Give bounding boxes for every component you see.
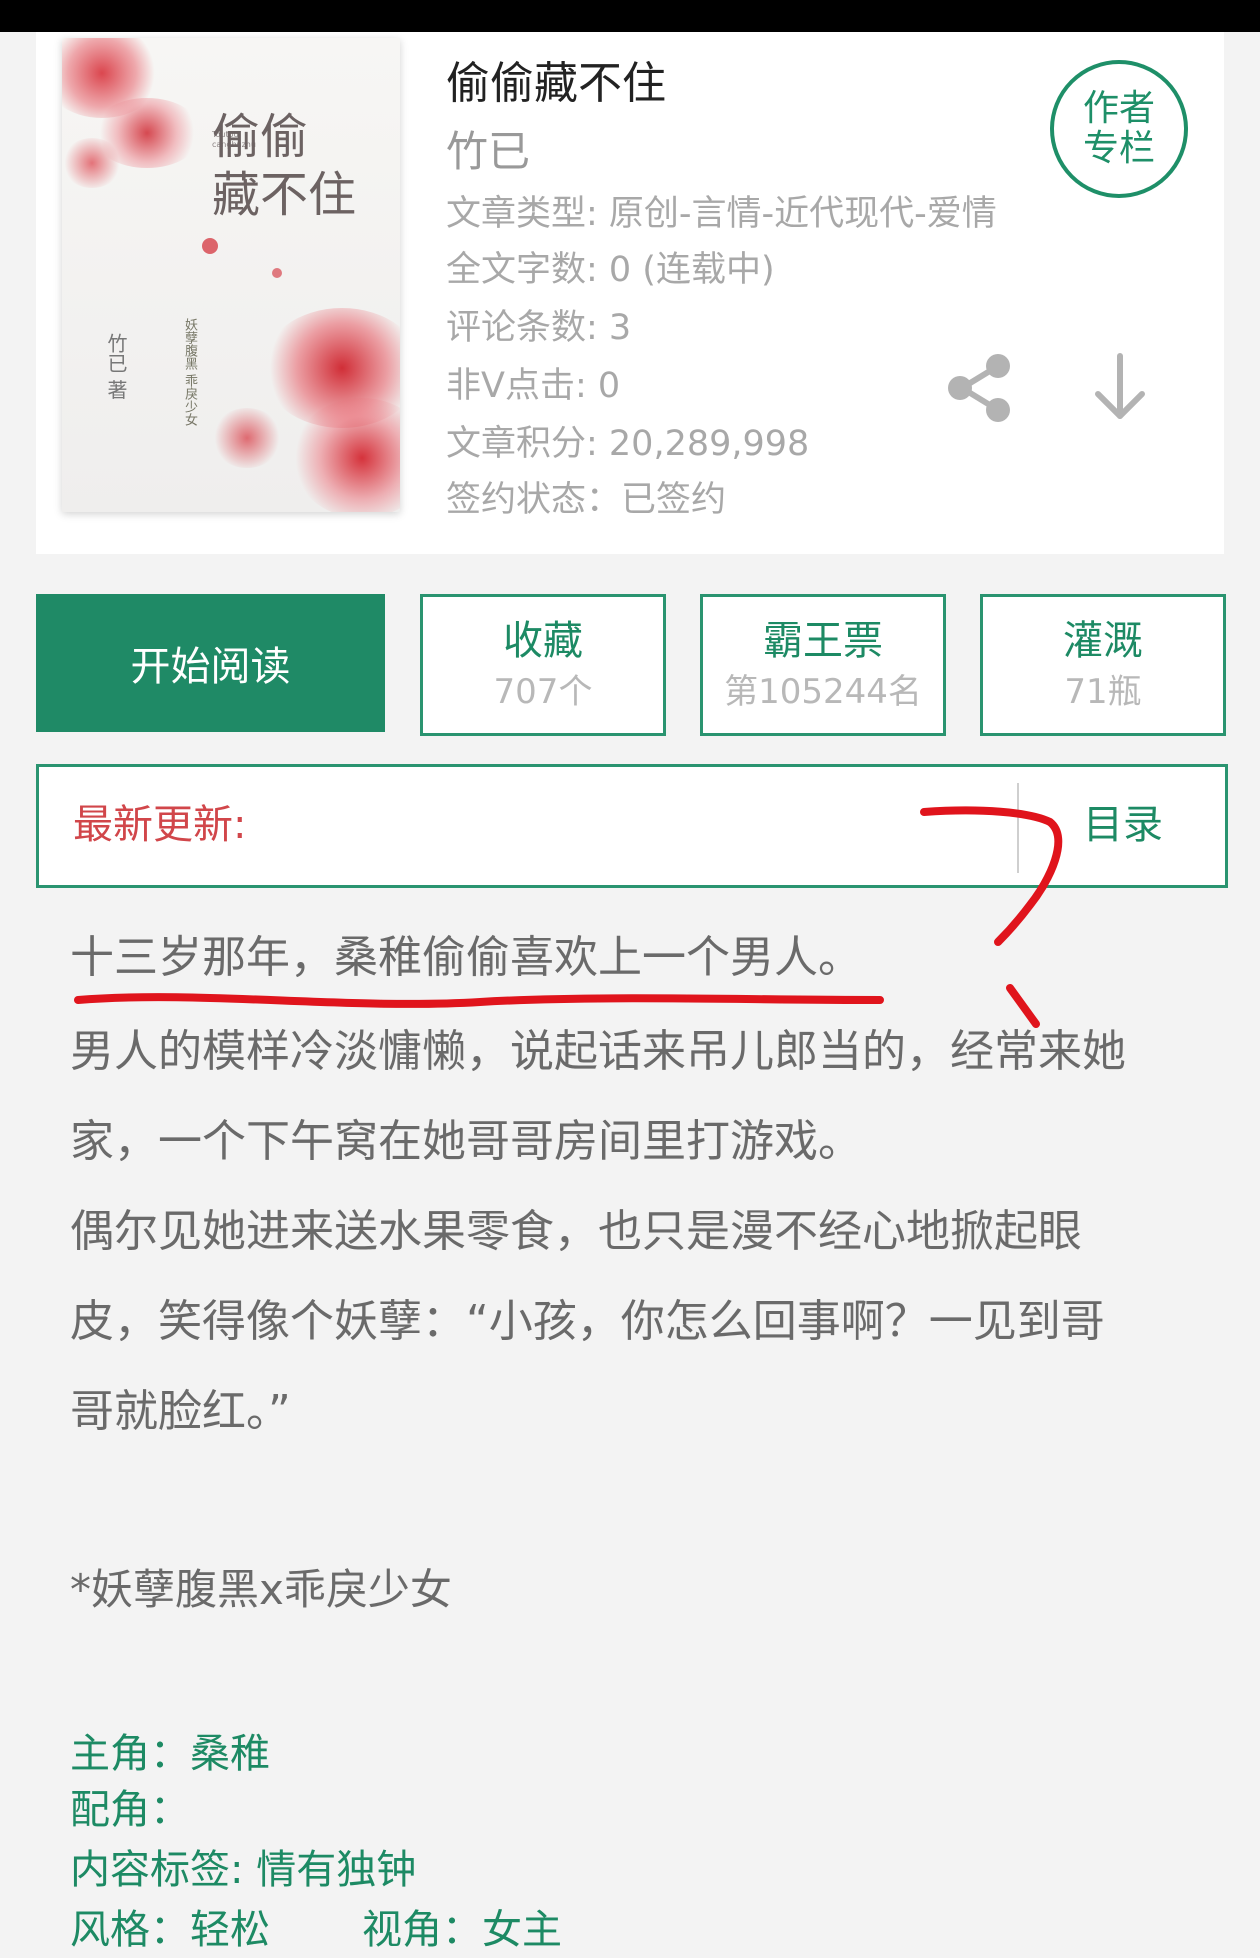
supporting-tag: 配角：: [70, 1787, 190, 1833]
intro-line: 家，一个下午窝在她哥哥房间里打游戏。: [70, 1116, 862, 1167]
favorite-label: 收藏: [503, 618, 583, 664]
latest-update-label: 最新更新:: [73, 802, 247, 848]
cover-subtitle: 妖孽腹黑 乖戾少女: [182, 318, 197, 427]
update-divider: [1017, 783, 1019, 873]
start-reading-button[interactable]: 开始阅读: [36, 594, 385, 732]
intro-tagline: *妖孽腹黑x乖戾少女: [70, 1565, 452, 1614]
cover-blossom: [212, 408, 282, 468]
favorite-button[interactable]: 收藏 707个: [420, 594, 666, 736]
intro-line: 哥就脸红。”: [70, 1386, 291, 1437]
cover-title: 偷偷 藏不住: [212, 109, 357, 223]
favorite-count: 707个: [493, 672, 593, 712]
nutrient-label: 灌溉: [1063, 618, 1143, 664]
perspective-tag: 视角：女主: [362, 1907, 562, 1953]
meta-genre: 文章类型: 原创-言情-近代现代-爱情: [446, 194, 997, 234]
meta-sign-status: 签约状态：已签约: [446, 480, 727, 520]
vote-ticket-label: 霸王票: [763, 618, 883, 664]
share-icon[interactable]: [944, 352, 1014, 424]
nutrient-button[interactable]: 灌溉 71瓶: [980, 594, 1226, 736]
intro-line: 偶尔见她进来送水果零食，也只是漫不经心地掀起眼: [70, 1206, 1082, 1257]
cover-petal: [202, 238, 218, 254]
author-name[interactable]: 竹已: [446, 124, 530, 180]
vote-ticket-button[interactable]: 霸王票 第105244名: [700, 594, 946, 736]
meta-score: 文章积分: 20,289,998: [446, 424, 810, 464]
protagonist-tag: 主角：桑稚: [70, 1731, 270, 1777]
meta-comment-count: 评论条数: 3: [446, 308, 632, 348]
status-bar: [0, 0, 1260, 32]
author-badge-line1: 作者: [1082, 88, 1155, 129]
latest-update-bar[interactable]: 最新更新: 目录: [36, 764, 1228, 888]
cover-blossom: [62, 138, 122, 188]
vote-ticket-rank: 第105244名: [724, 672, 922, 712]
style-tag: 风格：轻松: [70, 1907, 270, 1953]
book-cover-image[interactable]: Toutou cangbuzhu 偷偷 藏不住 妖孽腹黑 乖戾少女 竹已 著: [62, 38, 400, 512]
author-badge-line2: 专栏: [1082, 128, 1155, 169]
intro-line: 男人的模样冷淡慵懒，说起话来吊儿郎当的，经常来她: [70, 1026, 1126, 1077]
intro-line: 皮，笑得像个妖孽：“小孩，你怎么回事啊？一见到哥: [70, 1296, 1105, 1347]
catalog-link[interactable]: 目录: [1083, 797, 1163, 853]
intro-line: 十三岁那年，桑稚偷偷喜欢上一个男人。: [70, 932, 862, 983]
cover-author: 竹已 著: [104, 333, 128, 400]
content-tags: 内容标签: 情有独钟: [70, 1847, 417, 1893]
author-column-button[interactable]: 作者 专栏: [1050, 60, 1188, 198]
book-title: 偷偷藏不住: [446, 58, 666, 109]
download-icon[interactable]: [1090, 352, 1150, 424]
meta-clicks: 非V点击: 0: [446, 366, 621, 406]
meta-word-count: 全文字数: 0 (连载中): [446, 250, 775, 290]
cover-petal: [272, 268, 282, 278]
nutrient-count: 71瓶: [1064, 672, 1142, 712]
